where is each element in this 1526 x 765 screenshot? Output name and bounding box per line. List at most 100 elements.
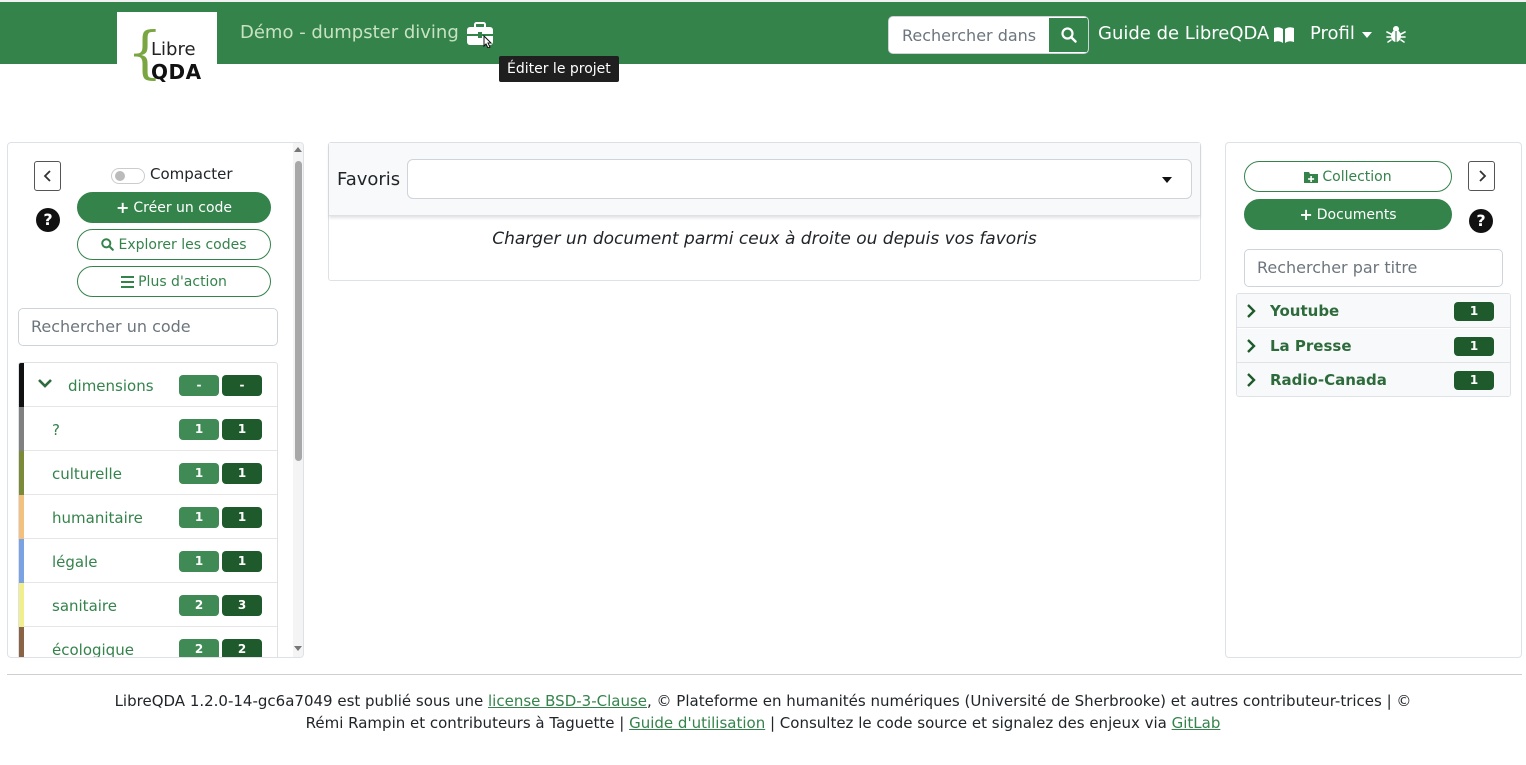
code-count-badge: 3 [222, 595, 262, 616]
code-row[interactable]: ? 1 1 [19, 407, 277, 451]
chevron-down-icon [1162, 177, 1172, 183]
briefcase-icon[interactable] [466, 22, 496, 49]
search-button[interactable] [1048, 17, 1088, 53]
explore-codes-button[interactable]: Explorer les codes [77, 229, 271, 260]
code-count-badge: 2 [222, 639, 262, 657]
license-link[interactable]: license BSD-3-Clause [488, 692, 647, 710]
more-actions-label: Plus d'action [138, 273, 227, 290]
compact-toggle[interactable] [111, 168, 145, 184]
left-panel-scrollbar[interactable] [293, 143, 303, 657]
footer-divider [7, 674, 1522, 675]
code-count-badge: 1 [222, 507, 262, 528]
compact-label: Compacter [150, 165, 233, 183]
code-search-input[interactable]: Rechercher un code [18, 308, 278, 346]
scroll-down-arrow[interactable] [294, 646, 302, 651]
bug-icon[interactable] [1386, 24, 1406, 48]
document-count-badge: 1 [1454, 337, 1494, 356]
code-list: dimensions - - ? 1 1 culturelle 1 1 huma… [18, 362, 278, 658]
logo-word-libre: Libre [151, 39, 196, 60]
code-color-bar [19, 583, 24, 627]
edit-project-tooltip: Éditer le projet [499, 56, 619, 82]
code-count-badge: 2 [179, 595, 219, 616]
document-count-badge: 1 [1454, 371, 1494, 390]
profile-menu[interactable]: Profil [1310, 23, 1355, 44]
chevron-down-icon[interactable] [38, 379, 52, 389]
code-count-badge: 1 [179, 551, 219, 572]
code-row[interactable]: sanitaire 2 3 [19, 583, 277, 627]
collapse-left-button[interactable] [34, 161, 61, 191]
document-collection-row[interactable]: Youtube 1 [1237, 294, 1510, 328]
code-count-badge: 1 [222, 463, 262, 484]
create-code-button[interactable]: + Créer un code [77, 192, 271, 223]
chevron-left-icon [43, 170, 51, 182]
code-name: sanitaire [52, 597, 117, 615]
collapse-right-button[interactable] [1468, 161, 1495, 191]
document-title: Youtube [1270, 302, 1340, 320]
scroll-thumb[interactable] [295, 161, 302, 461]
code-count-badge: 1 [179, 507, 219, 528]
code-row[interactable]: écologique 2 2 [19, 627, 277, 658]
code-name: écologique [52, 641, 134, 658]
logo-word-qda: QDA [151, 60, 202, 84]
footer: LibreQDA 1.2.0-14-gc6a7049 est publié so… [100, 690, 1426, 734]
chevron-right-icon [1478, 170, 1486, 182]
document-title: Radio-Canada [1270, 371, 1387, 389]
gitlab-link[interactable]: GitLab [1172, 714, 1221, 732]
favorites-label: Favoris [337, 169, 401, 190]
footer-text: | Consultez le code source et signalez d… [765, 714, 1172, 732]
code-color-bar [19, 451, 24, 495]
scroll-up-arrow[interactable] [294, 147, 302, 152]
code-count-badge: 1 [222, 419, 262, 440]
document-count-badge: 1 [1454, 302, 1494, 321]
code-name: culturelle [52, 465, 122, 483]
code-count-badge: 1 [179, 419, 219, 440]
documents-panel: Collection + Documents ? Rechercher par … [1225, 142, 1522, 658]
help-icon[interactable]: ? [1469, 209, 1493, 233]
code-count-badge: 1 [222, 551, 262, 572]
code-color-bar [19, 407, 24, 451]
chevron-down-icon[interactable] [1362, 32, 1372, 38]
code-count-badge: - [222, 375, 262, 396]
document-collection-row[interactable]: La Presse 1 [1237, 329, 1510, 363]
code-color-bar [19, 495, 24, 539]
code-row[interactable]: culturelle 1 1 [19, 451, 277, 495]
favorites-select[interactable] [407, 159, 1192, 199]
codes-panel: Compacter ? + Créer un code Explorer les… [7, 142, 304, 658]
code-name: légale [52, 553, 98, 571]
guide-link[interactable]: Guide de LibreQDA [1098, 23, 1269, 44]
code-row[interactable]: légale 1 1 [19, 539, 277, 583]
code-name: humanitaire [52, 509, 143, 527]
code-row[interactable]: dimensions - - [19, 363, 277, 407]
toggle-knob [115, 171, 125, 181]
document-collection-row[interactable]: Radio-Canada 1 [1237, 363, 1510, 396]
code-name: ? [52, 421, 60, 439]
create-code-label: Créer un code [133, 199, 233, 216]
plus-icon: + [1299, 205, 1313, 224]
header-search-input[interactable] [889, 17, 1048, 53]
document-title: La Presse [1270, 337, 1352, 355]
collection-label: Collection [1322, 168, 1392, 185]
help-icon[interactable]: ? [36, 208, 60, 232]
favorites-bar: Favoris [329, 143, 1200, 216]
documents-label: Documents [1316, 206, 1397, 223]
book-icon[interactable] [1273, 26, 1295, 48]
document-viewer: Favoris Charger un document parmi ceux à… [328, 142, 1201, 281]
code-name: dimensions [68, 377, 154, 395]
code-count-badge: - [179, 375, 219, 396]
chevron-right-icon[interactable] [1247, 304, 1256, 318]
explore-codes-label: Explorer les codes [118, 236, 247, 253]
user-guide-link[interactable]: Guide d'utilisation [629, 714, 765, 732]
search-icon [101, 238, 115, 251]
project-title[interactable]: Démo - dumpster diving [240, 22, 459, 43]
collection-button[interactable]: Collection [1244, 161, 1452, 192]
menu-icon [121, 275, 135, 288]
libreqda-logo[interactable]: { Libre QDA [117, 12, 217, 102]
more-actions-button[interactable]: Plus d'action [77, 266, 271, 297]
code-row[interactable]: humanitaire 1 1 [19, 495, 277, 539]
code-color-bar [19, 539, 24, 583]
chevron-right-icon[interactable] [1247, 339, 1256, 353]
chevron-right-icon[interactable] [1247, 373, 1256, 387]
empty-document-message: Charger un document parmi ceux à droite … [492, 229, 1037, 249]
title-search-input[interactable]: Rechercher par titre [1244, 249, 1503, 287]
add-documents-button[interactable]: + Documents [1244, 199, 1452, 230]
